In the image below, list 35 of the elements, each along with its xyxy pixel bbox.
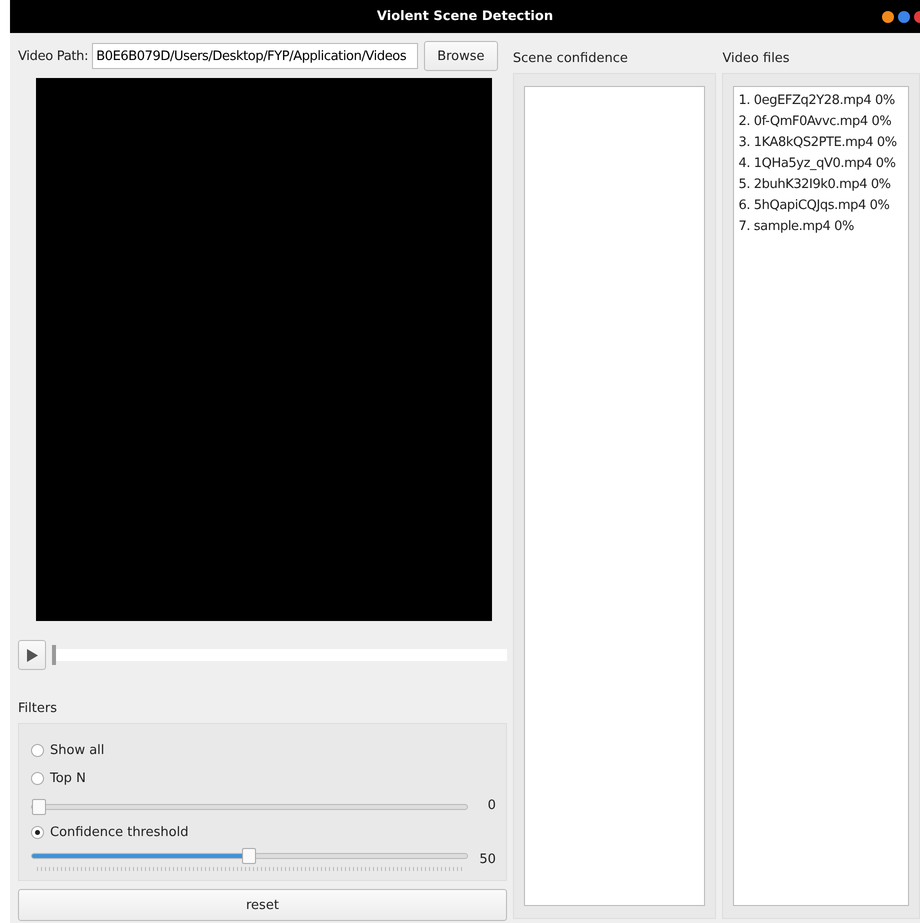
list-item[interactable]: 7. sample.mp4 0% — [738, 216, 904, 237]
path-label: Video Path: — [18, 48, 88, 64]
play-button[interactable] — [18, 640, 46, 670]
slider[interactable] — [31, 847, 468, 871]
radio-circle[interactable] — [31, 772, 44, 784]
window-control[interactable] — [882, 11, 894, 23]
panel-title: Video files — [722, 51, 791, 67]
browse-button[interactable]: Browse — [424, 41, 498, 71]
radio-option[interactable]: Show all — [31, 736, 496, 764]
radio-label: Top N — [50, 770, 86, 786]
radio-option[interactable]: Top N — [31, 764, 496, 792]
slider[interactable] — [31, 798, 468, 812]
slider-handle[interactable] — [32, 799, 46, 815]
play-icon — [26, 648, 38, 662]
radio-label: Show all — [50, 742, 104, 758]
radio-label: Confidence threshold — [50, 824, 188, 840]
reset-button[interactable]: reset — [18, 889, 507, 921]
list-item[interactable]: 1. 0egEFZq2Y28.mp4 0% — [738, 90, 904, 111]
list-item[interactable]: 6. 5hQapiCQJqs.mp4 0% — [738, 195, 904, 216]
list-item[interactable]: 5. 2buhK32I9k0.mp4 0% — [738, 174, 904, 195]
window-title: Violent Scene Detection — [376, 9, 554, 24]
slider-value: 0 — [486, 798, 496, 812]
radio-circle[interactable] — [31, 744, 44, 756]
path-field[interactable]: B0E6B079D/Users/Desktop/FYP/Application/Videos — [92, 43, 418, 69]
slider-value: 50 — [478, 852, 496, 866]
seek-handle[interactable] — [52, 645, 56, 665]
filters-label: Filters — [18, 701, 58, 717]
list-item[interactable]: 4. 1QHa5yz_qV0.mp4 0% — [738, 153, 904, 174]
slider-handle[interactable] — [242, 848, 256, 864]
panel-title: Scene confidence — [512, 51, 629, 67]
radio-option[interactable]: Confidence threshold — [31, 818, 496, 846]
list-item[interactable]: 2. 0f-QmF0Avvc.mp4 0% — [738, 111, 904, 132]
radio-circle[interactable] — [31, 826, 44, 838]
list-item[interactable]: 3. 1KA8kQS2PTE.mp4 0% — [738, 132, 904, 153]
window-control[interactable] — [898, 11, 910, 23]
